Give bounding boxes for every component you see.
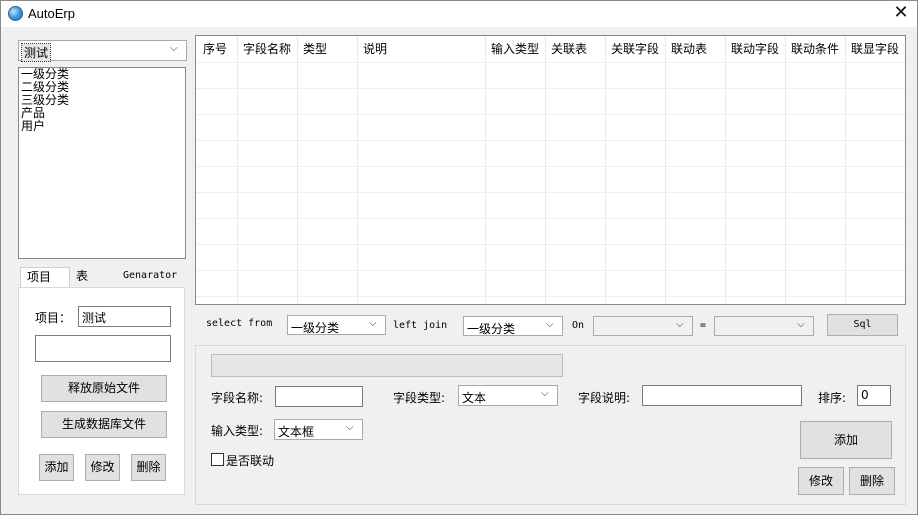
column-header[interactable]: 联动字段 (725, 36, 779, 62)
input-type-value: 文本框 (278, 425, 315, 439)
chevron-down-icon: ⌵ (369, 318, 377, 329)
on-left-select[interactable]: ⌵ (593, 316, 693, 336)
project-add-button[interactable]: 添加 (39, 454, 74, 481)
on-right-select[interactable]: ⌵ (714, 316, 814, 336)
from-table-value: 一级分类 (291, 321, 340, 335)
tab-generator[interactable]: Genarator (117, 267, 187, 287)
project-name-input[interactable]: 测试 (78, 306, 171, 327)
grid-row-line (196, 218, 905, 219)
release-original-files-button[interactable]: 释放原始文件 (41, 375, 167, 402)
column-header[interactable]: 联显字段 (845, 36, 899, 62)
grid-row-line (196, 88, 905, 89)
grid-column-line (725, 36, 726, 304)
status-progress-bar (211, 354, 563, 377)
grid-column-line (237, 36, 238, 304)
chevron-down-icon: ⌵ (797, 319, 805, 330)
field-edit-button[interactable]: 修改 (798, 467, 844, 495)
sort-input[interactable]: 0 (857, 385, 891, 406)
column-header[interactable]: 关联表 (545, 36, 587, 62)
grid-row-line (196, 166, 905, 167)
field-desc-input[interactable] (642, 385, 802, 406)
grid-column-line (665, 36, 666, 304)
from-table-select[interactable]: 一级分类 ⌵ (287, 315, 386, 335)
grid-column-line (545, 36, 546, 304)
on-label: On (572, 320, 585, 331)
project-extra-input[interactable] (35, 335, 171, 362)
equals-label: = (700, 320, 707, 331)
grid-row-line (196, 296, 905, 297)
column-header[interactable]: 类型 (297, 36, 327, 62)
column-header[interactable]: 序号 (197, 36, 227, 62)
app-globe-icon (8, 6, 23, 21)
grid-column-line (357, 36, 358, 304)
chevron-down-icon: ⌵ (546, 319, 554, 330)
fields-grid[interactable]: 序号 字段名称 类型 说明 输入类型 关联表 关联字段 联动表 联动字段 联动条… (195, 35, 906, 305)
field-type-label: 字段类型: (393, 391, 446, 405)
join-table-value: 一级分类 (467, 322, 516, 336)
grid-column-line (785, 36, 786, 304)
sql-button[interactable]: Sql (827, 314, 898, 336)
title-bar: AutoErp ✕ (1, 1, 917, 27)
project-edit-button[interactable]: 修改 (85, 454, 120, 481)
grid-column-line (845, 36, 846, 304)
sort-label: 排序: (818, 391, 847, 405)
grid-row-line (196, 114, 905, 115)
field-add-button[interactable]: 添加 (800, 421, 892, 459)
field-type-select[interactable]: 文本 ⌵ (458, 385, 558, 406)
grid-column-line (485, 36, 486, 304)
generate-database-file-button[interactable]: 生成数据库文件 (41, 411, 167, 438)
project-select[interactable]: 测试 ⌵ (18, 40, 187, 62)
field-delete-button[interactable]: 删除 (849, 467, 895, 495)
list-item[interactable]: 用户 (19, 120, 185, 133)
left-join-label: left join (393, 320, 448, 331)
linked-checkbox[interactable] (211, 453, 224, 466)
tab-table[interactable]: 表 (70, 267, 115, 287)
grid-row-line (196, 244, 905, 245)
field-name-input[interactable] (275, 386, 363, 407)
field-type-value: 文本 (462, 391, 487, 405)
grid-row-line (196, 270, 905, 271)
project-select-value: 测试 (20, 43, 52, 62)
select-from-label: select from (206, 318, 273, 329)
tab-project[interactable]: 项目 (20, 267, 70, 287)
grid-row-line (196, 140, 905, 141)
window-title: AutoErp (28, 6, 75, 21)
chevron-down-icon: ⌵ (170, 43, 178, 54)
field-desc-label: 字段说明: (578, 391, 631, 405)
close-button[interactable]: ✕ (885, 1, 917, 27)
field-name-label: 字段名称: (211, 391, 264, 405)
grid-column-line (605, 36, 606, 304)
chevron-down-icon: ⌵ (541, 388, 549, 399)
column-header[interactable]: 关联字段 (605, 36, 659, 62)
column-header[interactable]: 说明 (357, 36, 387, 62)
grid-row-line (196, 62, 905, 63)
column-header[interactable]: 字段名称 (237, 36, 291, 62)
column-header[interactable]: 输入类型 (485, 36, 539, 62)
chevron-down-icon: ⌵ (346, 422, 354, 433)
table-list[interactable]: 一级分类 二级分类 三级分类 产品 用户 (18, 67, 186, 259)
chevron-down-icon: ⌵ (676, 319, 684, 330)
linked-label: 是否联动 (226, 454, 275, 468)
project-delete-button[interactable]: 删除 (131, 454, 166, 481)
join-table-select[interactable]: 一级分类 ⌵ (463, 316, 563, 336)
column-header[interactable]: 联动条件 (785, 36, 839, 62)
input-type-select[interactable]: 文本框 ⌵ (274, 419, 363, 440)
project-label: 项目： (35, 311, 72, 325)
input-type-label: 输入类型: (211, 424, 264, 438)
grid-column-line (297, 36, 298, 304)
grid-row-line (196, 192, 905, 193)
column-header[interactable]: 联动表 (665, 36, 707, 62)
